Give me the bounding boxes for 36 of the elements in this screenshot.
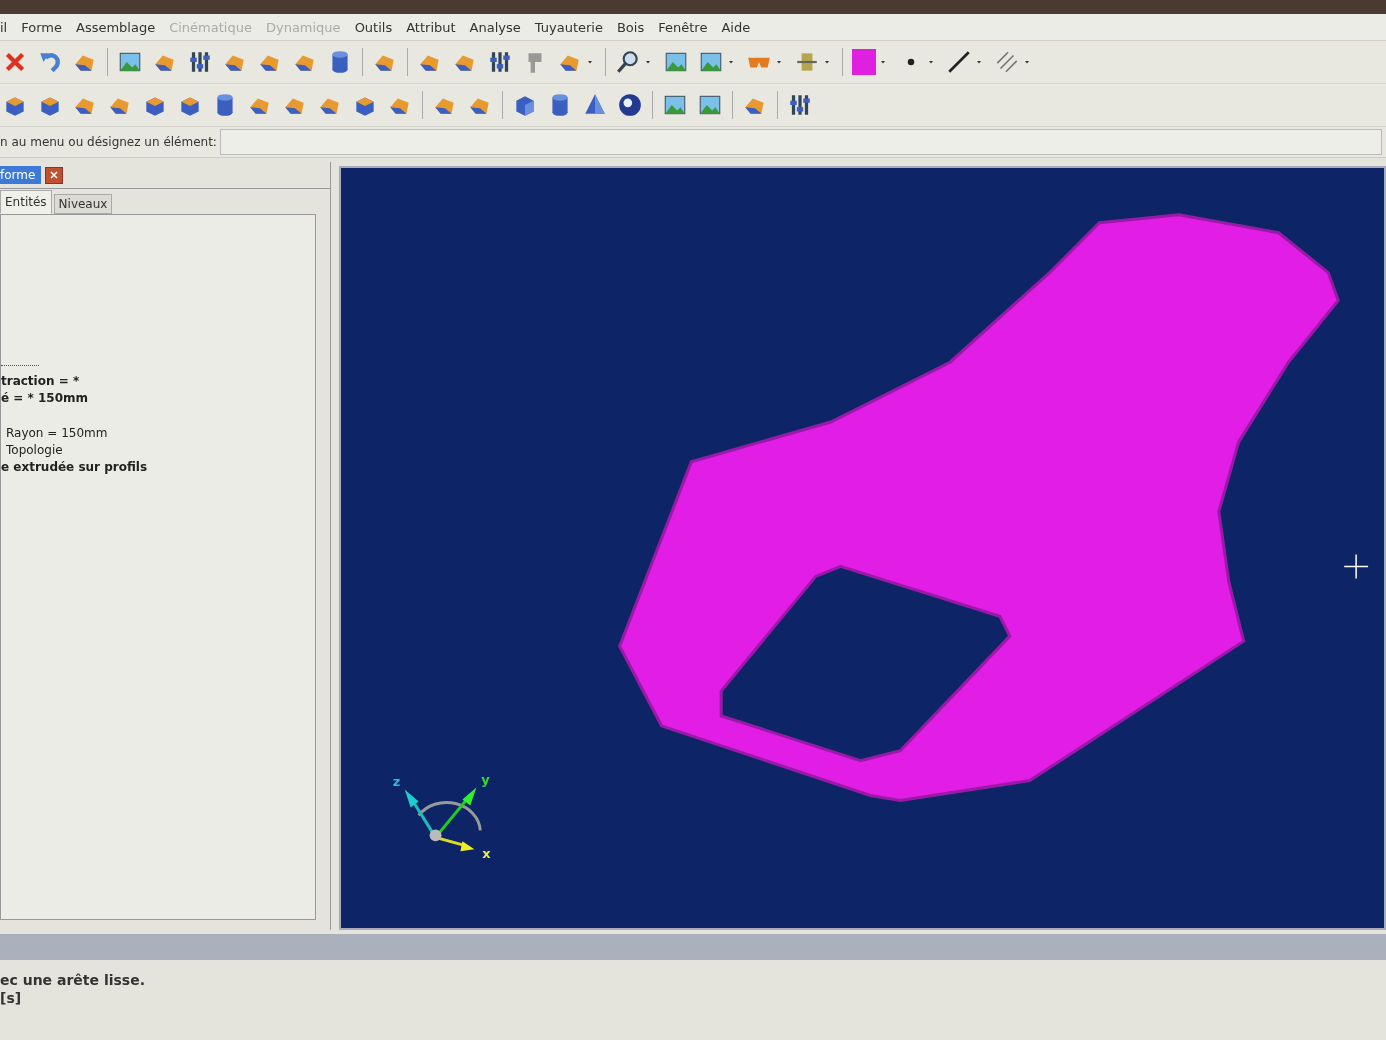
sphere-icon[interactable]	[617, 92, 643, 118]
color-swatch[interactable]	[852, 49, 876, 75]
menu-item[interactable]: Bois	[616, 19, 645, 35]
tree-item[interactable]: é = * 150mm	[1, 391, 315, 405]
x-axis-label: x	[482, 846, 491, 862]
tree-item[interactable]: Topologie	[1, 443, 315, 457]
crosshair-icon	[1343, 553, 1369, 580]
panel-title: forme	[0, 166, 42, 184]
console-line: [s]	[0, 990, 23, 1006]
tree-item[interactable]: traction = *	[1, 374, 315, 388]
panel-tab[interactable]: Niveaux	[53, 194, 113, 214]
panel-tab[interactable]: Entités	[0, 190, 52, 214]
tree-item[interactable]: Rayon = 150mm	[1, 426, 315, 440]
command-prompt: n au menu ou désignez un élément:	[0, 135, 218, 149]
sliders-icon[interactable]	[487, 49, 513, 75]
tree-item[interactable]: e extrudée sur profils	[1, 460, 315, 474]
menu-item[interactable]: Forme	[21, 19, 62, 35]
sliders-icon[interactable]	[187, 49, 213, 75]
close-button[interactable]	[45, 166, 64, 184]
command-input-field[interactable]	[219, 129, 1382, 155]
z-axis-label: z	[392, 773, 401, 789]
menu-item[interactable]: Assemblage	[76, 19, 156, 35]
magnifier-icon[interactable]	[615, 49, 641, 75]
menu-item[interactable]: Tuyauterie	[534, 19, 603, 35]
menu-item[interactable]: Outils	[354, 19, 393, 35]
hatch-icon[interactable]	[994, 49, 1020, 75]
close-icon	[49, 170, 60, 180]
line-icon[interactable]	[946, 49, 972, 75]
console-line: ec une arête lisse.	[0, 972, 146, 988]
menu-item[interactable]: Analyse	[469, 19, 521, 35]
menu-item[interactable]: Fenêtre	[658, 19, 708, 35]
menu-item[interactable]: Attribut	[406, 19, 456, 35]
menu-item[interactable]: Aide	[721, 19, 751, 35]
menu-item[interactable]: il	[0, 19, 8, 35]
y-axis-label: y	[481, 771, 490, 787]
sliders-icon[interactable]	[787, 92, 813, 118]
